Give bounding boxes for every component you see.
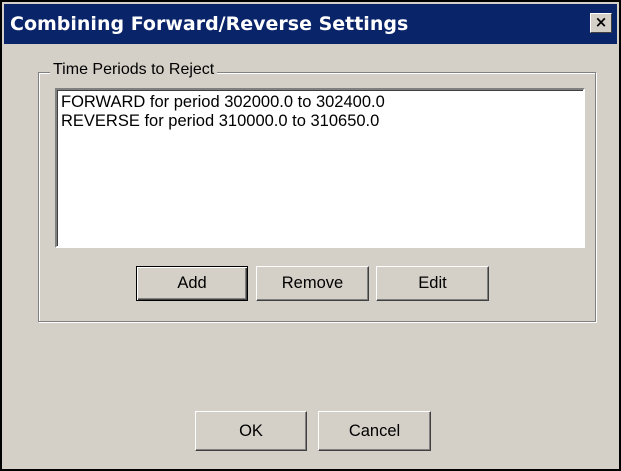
window-title: Combining Forward/Reverse Settings xyxy=(10,13,409,35)
list-item[interactable]: FORWARD for period 302000.0 to 302400.0 xyxy=(61,93,579,112)
close-button[interactable]: × xyxy=(590,13,612,33)
add-button[interactable]: Add xyxy=(136,266,248,301)
time-periods-group-label: Time Periods to Reject xyxy=(50,60,218,80)
list-item[interactable]: REVERSE for period 310000.0 to 310650.0 xyxy=(61,112,579,131)
title-bar[interactable]: Combining Forward/Reverse Settings × xyxy=(4,4,617,44)
cancel-button[interactable]: Cancel xyxy=(318,411,431,451)
close-icon: × xyxy=(594,13,608,31)
remove-button[interactable]: Remove xyxy=(256,266,369,301)
time-periods-list[interactable]: FORWARD for period 302000.0 to 302400.0 … xyxy=(55,88,585,248)
edit-button[interactable]: Edit xyxy=(376,266,489,301)
ok-button[interactable]: OK xyxy=(195,411,307,451)
